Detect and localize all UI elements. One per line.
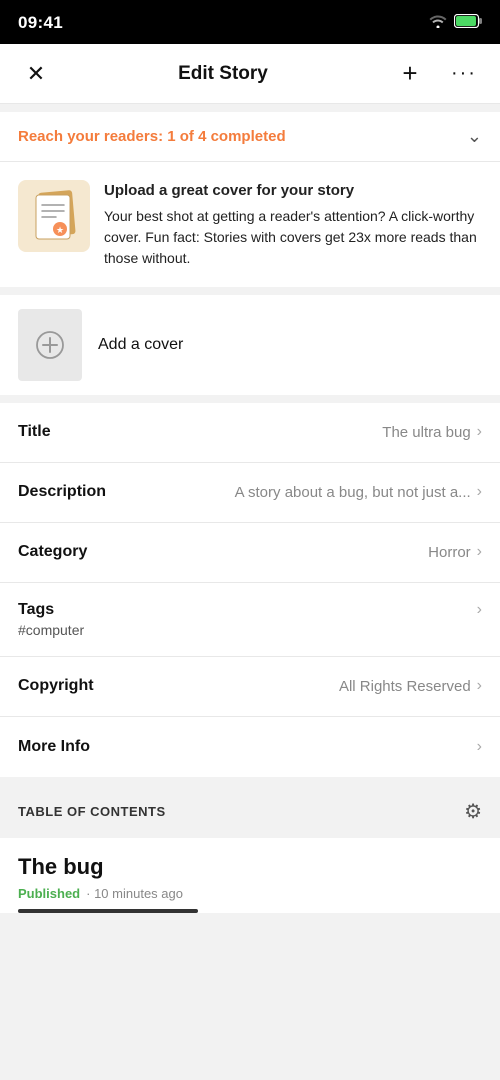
tip-text: Upload a great cover for your story Your… xyxy=(104,180,482,269)
copyright-chevron-icon: › xyxy=(477,677,482,695)
tip-card: ★ Upload a great cover for your story Yo… xyxy=(0,162,500,295)
description-right: A story about a bug, but not just a... › xyxy=(235,483,482,501)
tags-item[interactable]: Tags › #computer xyxy=(0,583,500,657)
title-item[interactable]: Title The ultra bug › xyxy=(0,403,500,463)
wifi-icon xyxy=(428,14,448,33)
category-label: Category xyxy=(18,543,87,561)
tip-headline: Upload a great cover for your story xyxy=(104,180,482,203)
status-icons xyxy=(428,14,482,33)
category-item[interactable]: Category Horror › xyxy=(0,523,500,583)
chapter-meta: Published · 10 minutes ago xyxy=(18,886,482,901)
chapter-status: Published xyxy=(18,886,80,901)
battery-icon xyxy=(454,14,482,33)
copyright-label: Copyright xyxy=(18,677,94,695)
svg-text:★: ★ xyxy=(56,225,64,235)
description-label: Description xyxy=(18,483,106,501)
tags-row: Tags › xyxy=(18,601,482,619)
nav-right: + ··· xyxy=(392,56,482,92)
top-nav: ✕ Edit Story + ··· xyxy=(0,44,500,104)
description-item[interactable]: Description A story about a bug, but not… xyxy=(0,463,500,523)
reach-text: Reach your readers: 1 of 4 completed xyxy=(18,128,286,145)
tip-illustration: ★ xyxy=(18,180,90,252)
title-label: Title xyxy=(18,423,51,441)
reach-banner[interactable]: Reach your readers: 1 of 4 completed ⌄ xyxy=(0,112,500,162)
add-cover-section[interactable]: Add a cover xyxy=(0,295,500,403)
status-bar: 09:41 xyxy=(0,0,500,44)
close-icon: ✕ xyxy=(27,61,45,87)
tags-value: #computer xyxy=(18,622,84,638)
copyright-value: All Rights Reserved xyxy=(339,678,471,695)
list-section: Title The ultra bug › Description A stor… xyxy=(0,403,500,777)
plus-icon: + xyxy=(402,58,417,89)
more-info-label: More Info xyxy=(18,738,90,756)
copyright-right: All Rights Reserved › xyxy=(339,677,482,695)
tags-chevron-icon: › xyxy=(477,601,482,619)
add-button[interactable]: + xyxy=(392,56,428,92)
description-value: A story about a bug, but not just a... xyxy=(235,484,471,501)
copyright-item[interactable]: Copyright All Rights Reserved › xyxy=(0,657,500,717)
reach-progress: 1 of 4 completed xyxy=(167,128,285,145)
nav-left: ✕ xyxy=(18,56,54,92)
chapter-time: · 10 minutes ago xyxy=(86,886,183,901)
chevron-down-icon: ⌄ xyxy=(467,126,482,147)
toc-title: TABLE OF CONTENTS xyxy=(18,804,166,819)
add-cover-thumb xyxy=(18,309,82,381)
title-chevron-icon: › xyxy=(477,423,482,441)
title-right: The ultra bug › xyxy=(382,423,482,441)
more-icon: ··· xyxy=(451,62,477,85)
title-value: The ultra bug xyxy=(382,424,470,441)
more-info-chevron-icon: › xyxy=(477,738,482,756)
category-value: Horror xyxy=(428,544,471,561)
nav-title: Edit Story xyxy=(178,63,268,85)
add-cover-label: Add a cover xyxy=(98,336,183,354)
cover-illustration-icon: ★ xyxy=(28,187,80,245)
settings-icon[interactable]: ⚙ xyxy=(464,799,482,824)
tip-body: Your best shot at getting a reader's att… xyxy=(104,208,477,266)
status-time: 09:41 xyxy=(18,13,63,33)
close-button[interactable]: ✕ xyxy=(18,56,54,92)
category-right: Horror › xyxy=(428,543,482,561)
tags-label: Tags xyxy=(18,601,54,619)
category-chevron-icon: › xyxy=(477,543,482,561)
chapter-progress-bar xyxy=(18,909,198,913)
more-info-item[interactable]: More Info › xyxy=(0,717,500,777)
description-chevron-icon: › xyxy=(477,483,482,501)
chapter-title: The bug xyxy=(18,854,482,880)
toc-header: TABLE OF CONTENTS ⚙ xyxy=(0,785,500,838)
more-button[interactable]: ··· xyxy=(446,56,482,92)
chapter-section[interactable]: The bug Published · 10 minutes ago xyxy=(0,838,500,913)
more-info-right: › xyxy=(477,738,482,756)
add-cover-icon xyxy=(35,330,65,360)
